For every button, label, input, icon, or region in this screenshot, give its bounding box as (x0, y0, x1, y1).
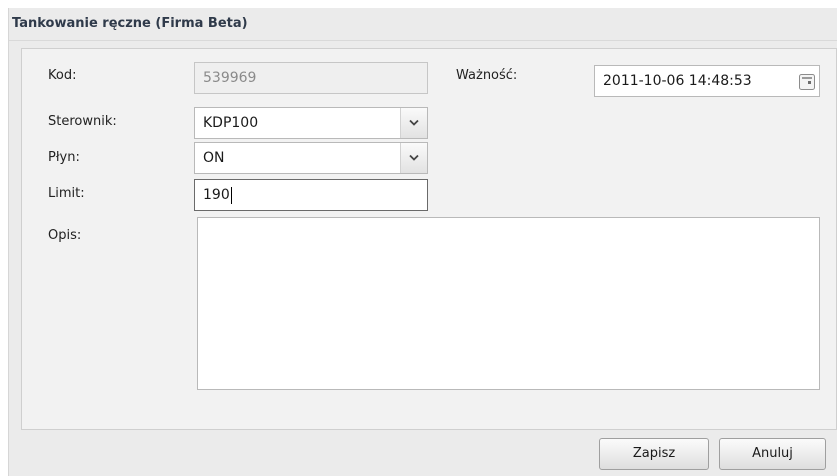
text-cursor (230, 186, 232, 204)
limit-label: Limit: (48, 186, 85, 201)
plyn-dropdown-button[interactable] (400, 143, 427, 173)
chevron-down-icon (409, 119, 419, 126)
sterownik-value: KDP100 (203, 115, 259, 131)
kod-label: Kod: (48, 68, 77, 83)
dialog-title: Tankowanie ręczne (Firma Beta) (12, 16, 248, 31)
waznosc-label: Ważność: (456, 68, 518, 83)
waznosc-datetime-field[interactable]: 2011-10-06 14:48:53 (594, 65, 820, 97)
dialog-titlebar: Tankowanie ręczne (Firma Beta) (9, 8, 837, 41)
limit-input[interactable]: 190 (194, 179, 428, 211)
limit-value: 190 (203, 187, 230, 203)
save-button[interactable]: Zapisz (599, 438, 709, 470)
opis-label: Opis: (48, 228, 82, 243)
plyn-value: ON (203, 150, 225, 166)
waznosc-value: 2011-10-06 14:48:53 (603, 73, 752, 89)
calendar-icon[interactable] (798, 72, 816, 90)
plyn-label: Płyn: (48, 150, 80, 165)
cancel-button[interactable]: Anuluj (719, 438, 826, 470)
opis-textarea[interactable] (197, 217, 820, 390)
kod-field: 539969 (194, 62, 428, 94)
sterownik-select[interactable]: KDP100 (194, 107, 428, 139)
kod-value: 539969 (203, 70, 257, 86)
sterownik-dropdown-button[interactable] (400, 108, 427, 138)
sterownik-label: Sterownik: (48, 114, 117, 129)
plyn-select[interactable]: ON (194, 142, 428, 174)
chevron-down-icon (409, 154, 419, 161)
